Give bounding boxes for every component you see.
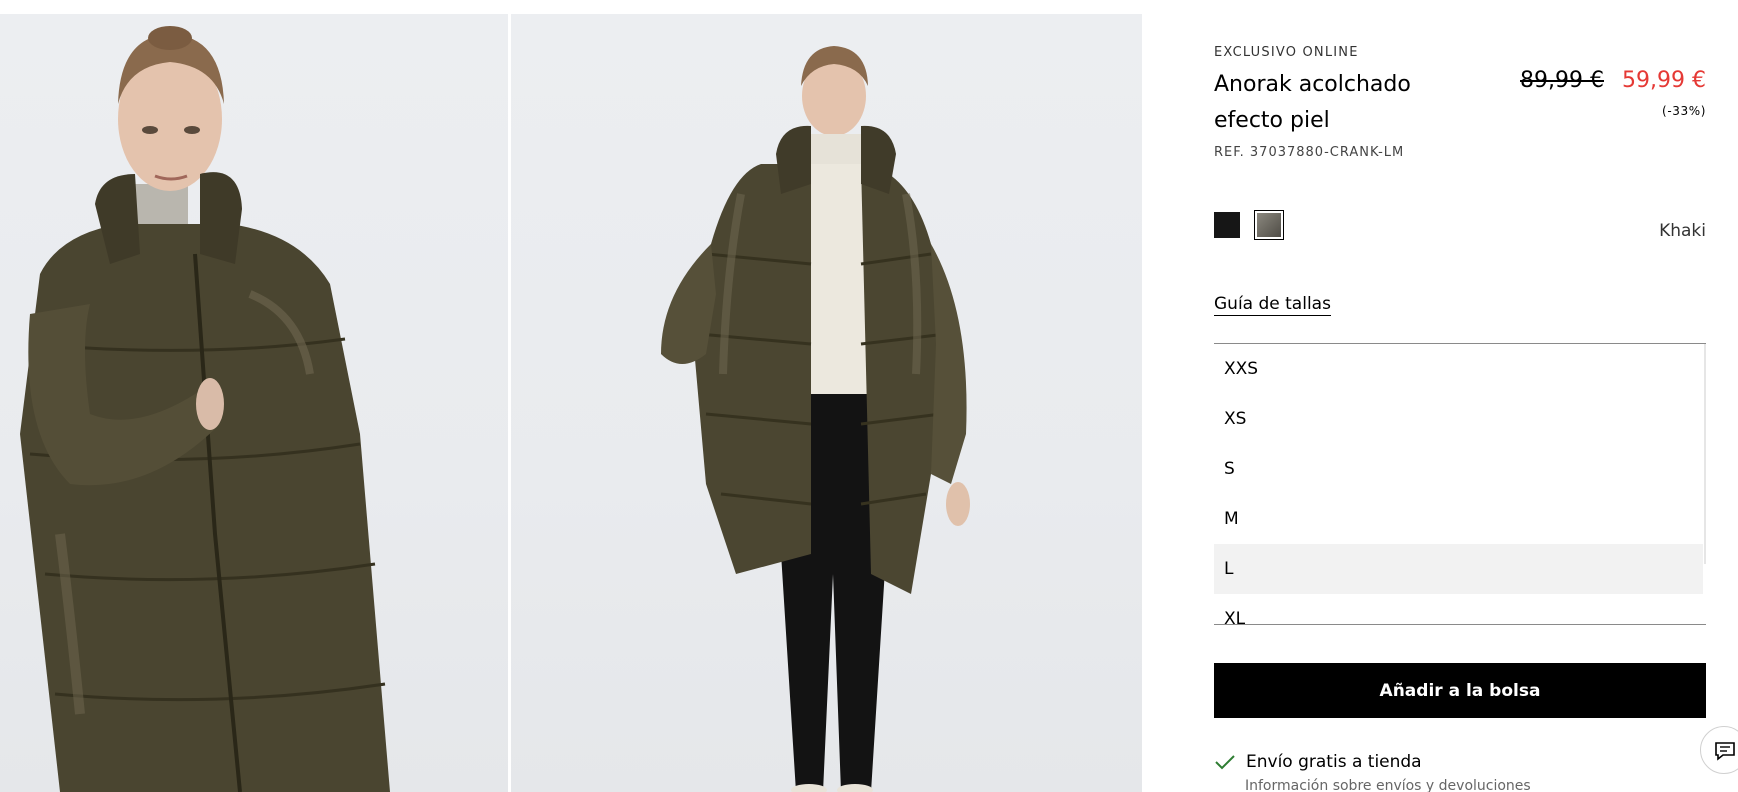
product-title: Anorak acolchado efecto piel bbox=[1214, 72, 1411, 133]
shipping-info-link[interactable]: Información sobre envíos y devoluciones bbox=[1245, 778, 1531, 792]
product-photo-full-length[interactable] bbox=[510, 14, 1142, 792]
shipping-notice: Envío gratis a tienda bbox=[1214, 752, 1422, 772]
size-guide-link[interactable]: Guía de tallas bbox=[1214, 294, 1331, 316]
add-to-bag-button[interactable]: Añadir a la bolsa bbox=[1214, 663, 1706, 718]
size-option-s[interactable]: S bbox=[1214, 444, 1703, 494]
product-reference: REF. 37037880-CRANK-LM bbox=[1214, 145, 1405, 160]
size-list-scrollbar[interactable] bbox=[1704, 344, 1706, 564]
shipping-text: Envío gratis a tienda bbox=[1246, 752, 1422, 772]
color-swatch-khaki-fill bbox=[1257, 213, 1281, 237]
size-option-l[interactable]: L bbox=[1214, 544, 1703, 594]
color-swatch-black[interactable] bbox=[1214, 212, 1240, 238]
size-option-xs[interactable]: XS bbox=[1214, 394, 1703, 444]
check-icon bbox=[1215, 755, 1235, 770]
product-page: EXCLUSIVO ONLINE Anorak acolchado efecto… bbox=[0, 0, 1738, 792]
chat-icon bbox=[1715, 742, 1735, 761]
original-price: 89,99 € bbox=[1520, 68, 1604, 93]
size-option-xl[interactable]: XL bbox=[1214, 594, 1703, 624]
size-option-m[interactable]: M bbox=[1214, 494, 1703, 544]
selected-color-name: Khaki bbox=[1659, 221, 1706, 241]
product-gallery bbox=[0, 14, 1142, 792]
exclusive-badge: EXCLUSIVO ONLINE bbox=[1214, 45, 1359, 60]
size-option-xxs[interactable]: XXS bbox=[1214, 344, 1703, 394]
size-list[interactable]: XXS XS S M L XL bbox=[1214, 343, 1706, 625]
sale-price: 59,99 € bbox=[1622, 68, 1706, 93]
product-photo-front-closeup[interactable] bbox=[0, 14, 508, 792]
color-swatches bbox=[1214, 210, 1284, 240]
discount-label: (-33%) bbox=[1662, 104, 1706, 118]
product-info-panel: EXCLUSIVO ONLINE Anorak acolchado efecto… bbox=[1214, 0, 1706, 792]
color-swatch-khaki[interactable] bbox=[1254, 210, 1284, 240]
